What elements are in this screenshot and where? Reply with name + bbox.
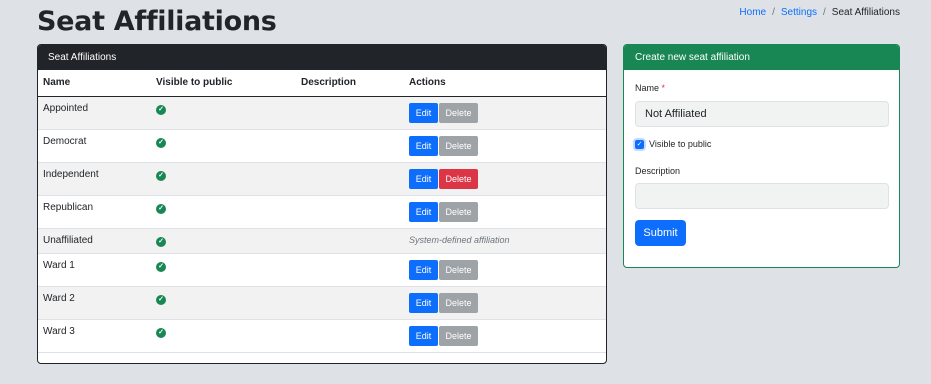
row-visible: ✓ — [151, 286, 296, 320]
submit-button[interactable]: Submit — [635, 220, 686, 246]
breadcrumb-separator: / — [823, 7, 826, 18]
required-mark: * — [661, 83, 666, 93]
delete-button[interactable]: Delete — [439, 102, 478, 123]
check-circle-icon: ✓ — [156, 327, 166, 338]
table-row: Ward 2 ✓ Edit Delete — [38, 286, 606, 320]
check-circle-icon: ✓ — [156, 137, 166, 148]
row-actions: Edit Delete — [404, 195, 606, 229]
row-actions: Edit Delete — [404, 96, 606, 130]
row-name: Ward 2 — [38, 286, 151, 320]
row-description — [296, 195, 404, 229]
check-circle-icon: ✓ — [156, 170, 166, 181]
row-actions: Edit Delete — [404, 162, 606, 196]
affiliations-card: Seat Affiliations Name Visible to public… — [37, 44, 607, 364]
delete-button[interactable]: Delete — [439, 292, 478, 313]
visible-checkbox[interactable]: ✓ — [635, 139, 644, 149]
affiliations-card-title: Seat Affiliations — [38, 45, 606, 70]
row-description — [296, 162, 404, 196]
row-visible: ✓ — [151, 195, 296, 229]
check-circle-icon: ✓ — [156, 261, 166, 272]
check-circle-icon: ✓ — [156, 236, 166, 247]
delete-button[interactable]: Delete — [439, 325, 478, 346]
row-name: Ward 3 — [38, 319, 151, 353]
name-label: Name * — [635, 83, 665, 93]
row-name: Appointed — [38, 96, 151, 130]
edit-button[interactable]: Edit — [409, 135, 438, 156]
create-affiliation-card: Create new seat affiliation Name * Not A… — [623, 44, 900, 268]
row-name: Republican — [38, 195, 151, 229]
breadcrumb-home[interactable]: Home — [739, 7, 766, 18]
row-visible: ✓ — [151, 96, 296, 130]
check-circle-icon: ✓ — [156, 203, 166, 214]
edit-button[interactable]: Edit — [409, 102, 438, 123]
edit-button[interactable]: Edit — [409, 259, 438, 280]
column-header-name: Name — [38, 70, 151, 97]
row-description — [296, 96, 404, 130]
description-label: Description — [635, 166, 681, 176]
delete-button[interactable]: Delete — [439, 135, 478, 156]
edit-button[interactable]: Edit — [409, 201, 438, 222]
breadcrumb-settings[interactable]: Settings — [781, 7, 817, 18]
visible-checkbox-label[interactable]: Visible to public — [649, 139, 711, 149]
row-visible: ✓ — [151, 228, 296, 254]
edit-button[interactable]: Edit — [409, 168, 438, 189]
table-row: Ward 1 ✓ Edit Delete — [38, 253, 606, 287]
affiliations-table: Name Visible to public Description Actio… — [38, 70, 606, 353]
edit-button[interactable]: Edit — [409, 325, 438, 346]
edit-button[interactable]: Edit — [409, 292, 438, 313]
row-actions: System-defined affiliation — [404, 228, 606, 254]
breadcrumb: Home / Settings / Seat Affiliations — [739, 7, 900, 18]
visible-checkbox-row: ✓ Visible to public — [635, 139, 711, 149]
delete-button[interactable]: Delete — [439, 201, 478, 222]
row-name: Unaffiliated — [38, 228, 151, 254]
column-header-actions: Actions — [404, 70, 606, 97]
row-name: Ward 1 — [38, 253, 151, 287]
column-header-visible: Visible to public — [151, 70, 296, 97]
table-row: Appointed ✓ Edit Delete — [38, 96, 606, 130]
system-defined-note: System-defined affiliation — [409, 235, 510, 245]
description-input[interactable] — [635, 183, 889, 209]
table-row: Democrat ✓ Edit Delete — [38, 129, 606, 163]
page-title: Seat Affiliations — [37, 6, 277, 37]
check-circle-icon: ✓ — [156, 294, 166, 305]
table-header-row: Name Visible to public Description Actio… — [38, 70, 606, 97]
breadcrumb-separator: / — [772, 7, 775, 18]
row-visible: ✓ — [151, 319, 296, 353]
delete-button[interactable]: Delete — [439, 168, 478, 189]
row-name: Independent — [38, 162, 151, 196]
row-name: Democrat — [38, 129, 151, 163]
row-description — [296, 319, 404, 353]
delete-button[interactable]: Delete — [439, 259, 478, 280]
row-description — [296, 286, 404, 320]
table-row: Ward 3 ✓ Edit Delete — [38, 319, 606, 353]
row-description — [296, 228, 404, 254]
table-row: Independent ✓ Edit Delete — [38, 162, 606, 196]
table-row: Republican ✓ Edit Delete — [38, 195, 606, 229]
breadcrumb-current: Seat Affiliations — [831, 7, 900, 18]
checkmark-icon: ✓ — [636, 140, 643, 148]
row-actions: Edit Delete — [404, 286, 606, 320]
name-input[interactable]: Not Affiliated — [635, 101, 889, 127]
row-actions: Edit Delete — [404, 319, 606, 353]
row-actions: Edit Delete — [404, 253, 606, 287]
row-actions: Edit Delete — [404, 129, 606, 163]
name-label-text: Name — [635, 83, 660, 93]
column-header-description: Description — [296, 70, 404, 97]
check-circle-icon: ✓ — [156, 104, 166, 115]
row-visible: ✓ — [151, 162, 296, 196]
table-row: Unaffiliated ✓ System-defined affiliation — [38, 228, 606, 254]
row-visible: ✓ — [151, 253, 296, 287]
row-description — [296, 253, 404, 287]
create-affiliation-card-title: Create new seat affiliation — [624, 45, 899, 70]
row-description — [296, 129, 404, 163]
row-visible: ✓ — [151, 129, 296, 163]
